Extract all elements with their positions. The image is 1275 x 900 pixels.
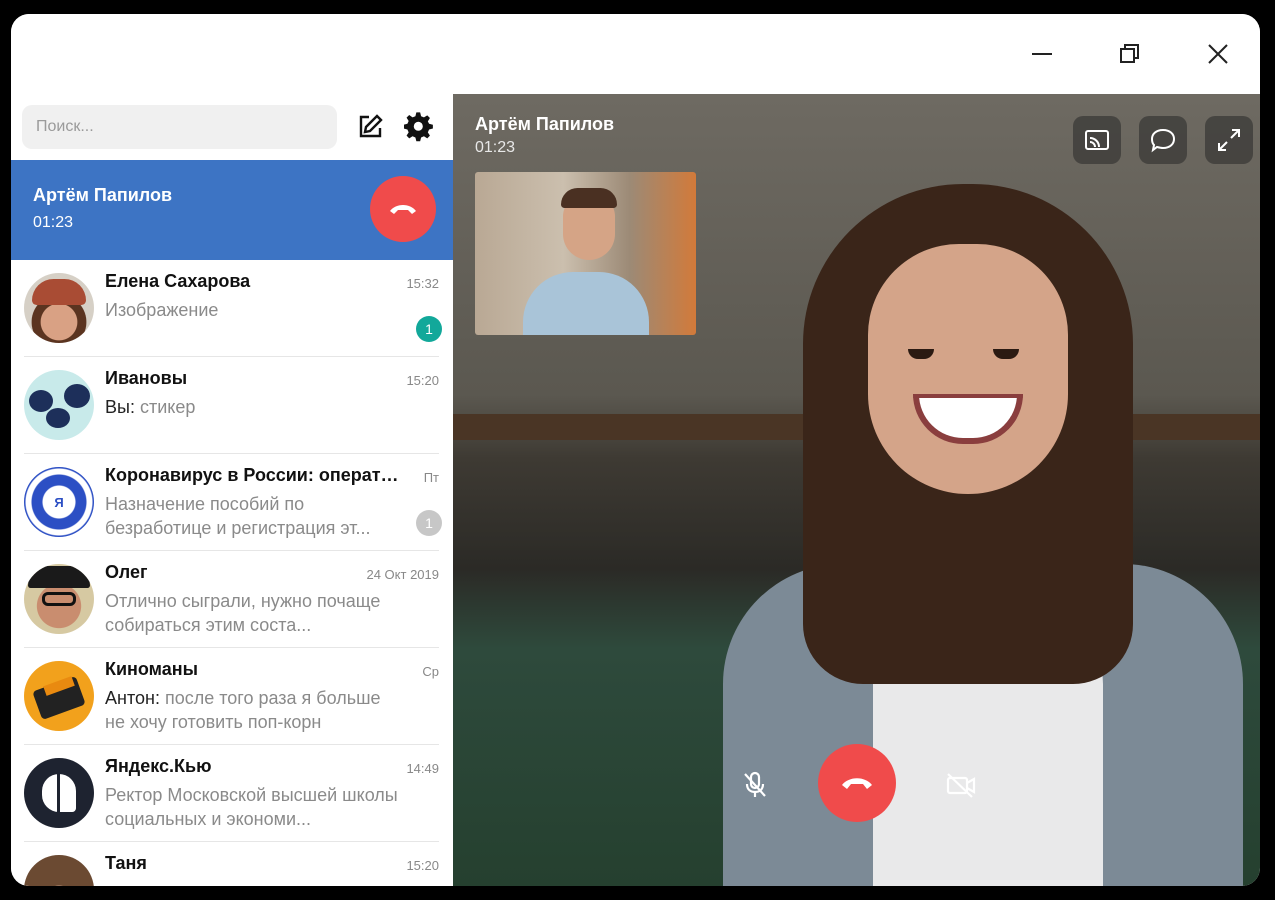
video-call-view: Артём Папилов 01:23 (453, 94, 1260, 886)
unread-badge: 1 (416, 510, 442, 536)
restore-icon (1120, 44, 1139, 63)
chat-item[interactable]: Я Коронавирус в России: оперативно Пт На… (11, 454, 453, 551)
messenger-window: Артём Папилов 01:23 Елена Сахарова 15:32… (11, 14, 1260, 886)
compose-button[interactable] (354, 111, 386, 143)
chat-time: 14:49 (406, 761, 439, 776)
chat-preview: Антон: после того раза я больше не хочу … (105, 688, 381, 732)
settings-button[interactable] (403, 111, 435, 143)
chat-list: Елена Сахарова 15:32 Изображение 1 Ивано… (11, 260, 453, 886)
chat-preview: Изображение (105, 300, 219, 320)
call-duration: 01:23 (475, 139, 516, 156)
chat-item[interactable]: Киноманы Ср Антон: после того раза я бол… (11, 648, 453, 745)
mute-microphone-button[interactable] (736, 766, 774, 804)
chat-button[interactable] (1139, 116, 1187, 164)
end-call-button[interactable] (818, 744, 896, 822)
chat-time: 15:32 (406, 276, 439, 291)
minimize-icon (1032, 53, 1052, 55)
chat-time: 15:20 (406, 858, 439, 873)
avatar: Я (24, 467, 94, 537)
chat-preview: Вы: стикер (105, 397, 196, 417)
close-icon (1208, 44, 1228, 64)
sidebar: Артём Папилов 01:23 Елена Сахарова 15:32… (11, 94, 453, 886)
avatar (24, 273, 94, 343)
chat-item[interactable]: Яндекс.Кью 14:49 Ректор Московской высше… (11, 745, 453, 842)
avatar (24, 370, 94, 440)
chat-time: Пт (423, 470, 439, 485)
gear-icon (404, 112, 433, 142)
chat-name: Киноманы (105, 659, 199, 679)
chat-name: Коронавирус в России: оперативно (105, 465, 400, 485)
chat-item[interactable]: Таня 15:20 (11, 842, 453, 886)
compose-icon (359, 114, 383, 138)
chat-name: Олег (105, 562, 148, 582)
chat-name: Елена Сахарова (105, 271, 251, 291)
chat-preview: Отлично сыграли, нужно почаще собираться… (105, 591, 381, 635)
microphone-off-icon (744, 771, 766, 797)
yandex-logo-icon: Я (54, 494, 64, 510)
chat-time: Ср (422, 664, 439, 679)
chat-item[interactable]: Олег 24 Окт 2019 Отлично сыграли, нужно … (11, 551, 453, 648)
cast-icon (1085, 130, 1109, 150)
close-button[interactable] (1200, 36, 1236, 72)
chat-name: Ивановы (105, 368, 188, 388)
chat-time: 24 Окт 2019 (366, 567, 439, 582)
chat-bubble-icon (1150, 128, 1176, 153)
chat-preview: Назначение пособий по безработице и реги… (105, 494, 371, 538)
camera-toggle-button[interactable] (941, 766, 981, 804)
active-call-name: Артём Папилов (33, 185, 173, 205)
chat-time: 15:20 (406, 373, 439, 388)
avatar (24, 855, 94, 886)
end-call-button[interactable] (370, 176, 436, 242)
restore-button[interactable] (1112, 36, 1148, 72)
chat-item[interactable]: Ивановы 15:20 Вы: стикер (11, 357, 453, 454)
chat-preview: Ректор Московской высшей школы социальны… (105, 785, 398, 829)
unread-badge: 1 (416, 316, 442, 342)
avatar (24, 564, 94, 634)
hangup-icon (390, 205, 416, 214)
avatar (24, 758, 94, 828)
active-call-banner[interactable]: Артём Папилов 01:23 (11, 160, 453, 260)
cast-button[interactable] (1073, 116, 1121, 164)
minimize-button[interactable] (1024, 36, 1060, 72)
chat-item[interactable]: Елена Сахарова 15:32 Изображение 1 (11, 260, 453, 357)
camera-off-icon (946, 773, 976, 798)
search-input[interactable] (22, 105, 337, 149)
title-bar (11, 14, 1260, 94)
avatar (24, 661, 94, 731)
fullscreen-icon (1218, 129, 1240, 151)
remote-video-face (868, 244, 1068, 494)
chat-name: Таня (105, 853, 147, 873)
hangup-icon (842, 778, 872, 789)
chat-name: Яндекс.Кью (105, 756, 212, 776)
self-video-preview[interactable] (475, 172, 696, 335)
fullscreen-button[interactable] (1205, 116, 1253, 164)
active-call-time: 01:23 (33, 214, 74, 231)
call-caller-name: Артём Папилов (475, 114, 615, 134)
